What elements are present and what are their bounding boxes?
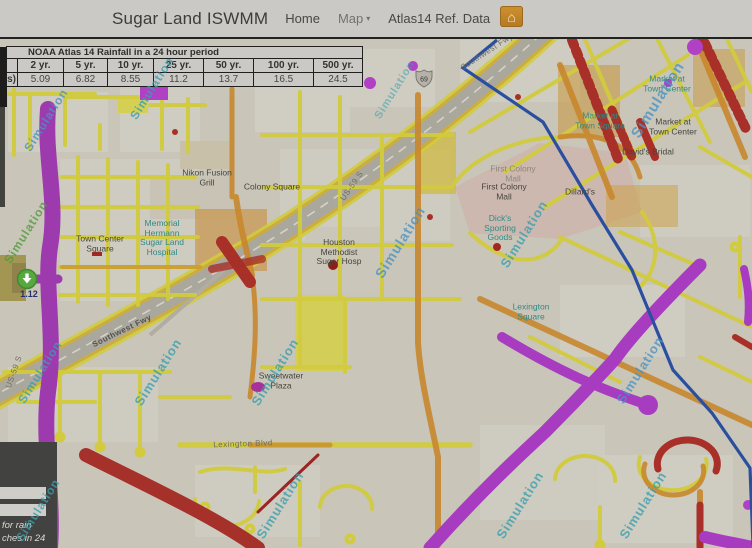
page-title: Sugar Land ISWMM: [112, 9, 268, 29]
app-header: Sugar Land ISWMM Home Map▾ Atlas14 Ref. …: [0, 0, 752, 39]
rainfall-value: 11.2: [154, 73, 204, 87]
map-canvas[interactable]: 69: [0, 37, 752, 548]
rainfall-value: 13.7: [204, 73, 254, 87]
legend-text-line: ches in 24: [2, 533, 45, 544]
rainfall-table: NOAA Atlas 14 Rainfall in a 24 hour peri…: [6, 46, 363, 87]
legend-text-line: for rain: [2, 520, 32, 531]
chevron-down-icon: ▾: [366, 14, 370, 23]
map-art: 69: [0, 37, 752, 548]
rainfall-value: 6.82: [64, 73, 108, 87]
rainfall-table-title: NOAA Atlas 14 Rainfall in a 24 hour peri…: [7, 47, 363, 59]
rainfall-col: 500 yr.: [314, 59, 363, 73]
rainfall-value: 8.55: [108, 73, 154, 87]
rainfall-col: 50 yr.: [204, 59, 254, 73]
nav-map[interactable]: Map▾: [338, 11, 370, 26]
rainfall-col: 25 yr.: [154, 59, 204, 73]
app-home-button[interactable]: ⌂: [500, 6, 523, 27]
nav-atlas14-ref-data[interactable]: Atlas14 Ref. Data: [388, 11, 490, 26]
rainfall-value: 24.5: [314, 73, 363, 87]
rainfall-col: 2 yr.: [18, 59, 64, 73]
rainfall-value: 5.09: [18, 73, 64, 87]
rainfall-col: 5 yr.: [64, 59, 108, 73]
rainfall-col: 10 yr.: [108, 59, 154, 73]
rain-gauge-marker[interactable]: [18, 270, 37, 289]
rainfall-row-label: s): [7, 73, 18, 87]
main-nav: Home Map▾ Atlas14 Ref. Data: [285, 11, 490, 26]
home-icon: ⌂: [507, 9, 515, 25]
legend-input-field[interactable]: [0, 487, 46, 499]
legend-input-field[interactable]: [0, 504, 46, 516]
rainfall-col: 100 yr.: [254, 59, 314, 73]
svg-text:69: 69: [420, 77, 428, 84]
rainfall-table-header-row: 2 yr. 5 yr. 10 yr. 25 yr. 50 yr. 100 yr.…: [7, 59, 363, 73]
nav-home[interactable]: Home: [285, 11, 320, 26]
rainfall-value: 16.5: [254, 73, 314, 87]
rainfall-table-value-row: s) 5.09 6.82 8.55 11.2 13.7 16.5 24.5: [7, 73, 363, 87]
legend-panel: for rain ches in 24: [0, 442, 57, 548]
rainfall-col-blank: [7, 59, 18, 73]
